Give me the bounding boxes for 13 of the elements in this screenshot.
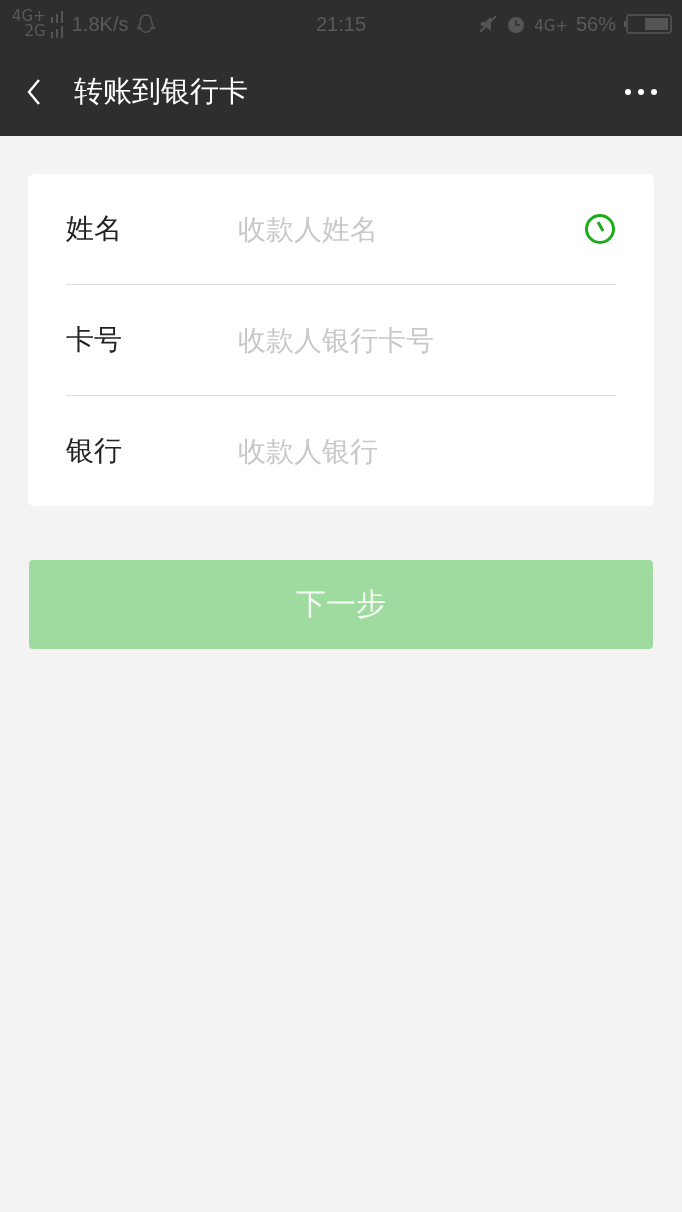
signal-icon (49, 10, 64, 23)
field-label: 银行 (66, 433, 123, 469)
battery-icon (624, 14, 672, 34)
mute-icon (478, 14, 499, 34)
more-icon (624, 88, 658, 96)
alarm-icon (506, 14, 527, 34)
signal-icon (49, 25, 64, 38)
field-label: 姓名 (66, 211, 123, 247)
clock-icon[interactable] (584, 213, 616, 245)
chevron-icon (26, 78, 42, 106)
page-title: 转账到银行卡 (74, 73, 249, 110)
penguin-icon (136, 14, 157, 34)
field-label: 卡号 (66, 322, 123, 358)
